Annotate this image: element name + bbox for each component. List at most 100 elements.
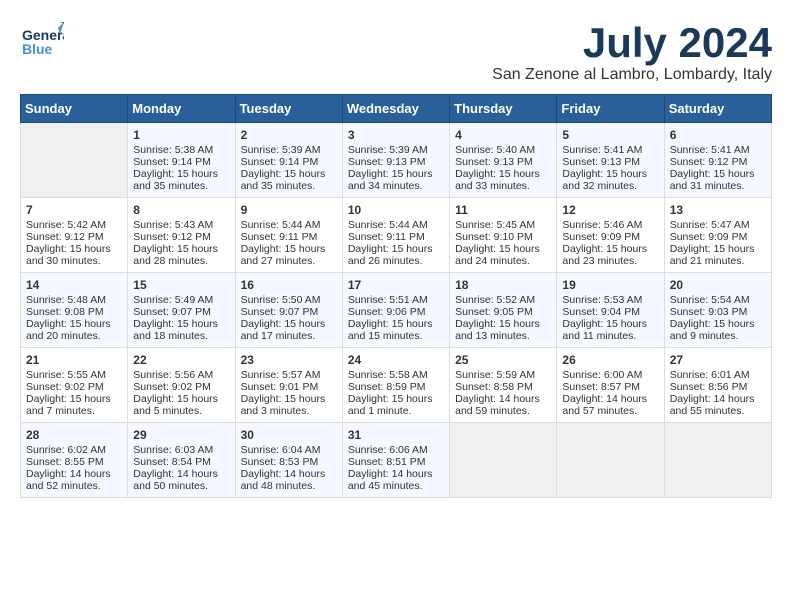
daylight-text: Daylight: 14 hours and 50 minutes. [133,468,229,492]
sunrise-text: Sunrise: 5:41 AM [562,144,658,156]
daylight-text: Daylight: 14 hours and 45 minutes. [348,468,444,492]
daylight-text: Daylight: 15 hours and 27 minutes. [241,243,337,267]
calendar-week-2: 7Sunrise: 5:42 AMSunset: 9:12 PMDaylight… [21,198,772,273]
daylight-text: Daylight: 15 hours and 5 minutes. [133,393,229,417]
day-number: 26 [562,353,658,367]
sunset-text: Sunset: 9:01 PM [241,381,337,393]
day-number: 25 [455,353,551,367]
sunset-text: Sunset: 9:13 PM [562,156,658,168]
sunrise-text: Sunrise: 5:39 AM [241,144,337,156]
sunrise-text: Sunrise: 5:45 AM [455,219,551,231]
daylight-text: Daylight: 15 hours and 32 minutes. [562,168,658,192]
sunset-text: Sunset: 8:55 PM [26,456,122,468]
sunrise-text: Sunrise: 5:40 AM [455,144,551,156]
sunset-text: Sunset: 9:03 PM [670,306,766,318]
calendar-cell: 4Sunrise: 5:40 AMSunset: 9:13 PMDaylight… [450,123,557,198]
calendar-cell [557,423,664,498]
calendar-cell: 29Sunrise: 6:03 AMSunset: 8:54 PMDayligh… [128,423,235,498]
sunrise-text: Sunrise: 5:49 AM [133,294,229,306]
sunrise-text: Sunrise: 5:46 AM [562,219,658,231]
day-number: 3 [348,128,444,142]
daylight-text: Daylight: 15 hours and 13 minutes. [455,318,551,342]
calendar-cell: 17Sunrise: 5:51 AMSunset: 9:06 PMDayligh… [342,273,449,348]
calendar-cell: 15Sunrise: 5:49 AMSunset: 9:07 PMDayligh… [128,273,235,348]
sunset-text: Sunset: 8:51 PM [348,456,444,468]
sunrise-text: Sunrise: 5:57 AM [241,369,337,381]
sunrise-text: Sunrise: 5:52 AM [455,294,551,306]
daylight-text: Daylight: 15 hours and 20 minutes. [26,318,122,342]
sunrise-text: Sunrise: 6:02 AM [26,444,122,456]
sunset-text: Sunset: 8:53 PM [241,456,337,468]
day-number: 4 [455,128,551,142]
daylight-text: Daylight: 15 hours and 23 minutes. [562,243,658,267]
calendar-cell: 9Sunrise: 5:44 AMSunset: 9:11 PMDaylight… [235,198,342,273]
day-number: 17 [348,278,444,292]
daylight-text: Daylight: 15 hours and 35 minutes. [241,168,337,192]
sunset-text: Sunset: 9:07 PM [241,306,337,318]
day-number: 5 [562,128,658,142]
calendar-cell: 21Sunrise: 5:55 AMSunset: 9:02 PMDayligh… [21,348,128,423]
day-number: 31 [348,428,444,442]
daylight-text: Daylight: 15 hours and 7 minutes. [26,393,122,417]
sunrise-text: Sunrise: 6:00 AM [562,369,658,381]
day-number: 27 [670,353,766,367]
sunset-text: Sunset: 9:12 PM [670,156,766,168]
day-number: 19 [562,278,658,292]
sunrise-text: Sunrise: 5:51 AM [348,294,444,306]
sunrise-text: Sunrise: 5:53 AM [562,294,658,306]
title-block: July 2024 San Zenone al Lambro, Lombardy… [492,20,772,84]
sunset-text: Sunset: 9:05 PM [455,306,551,318]
sunrise-text: Sunrise: 5:58 AM [348,369,444,381]
calendar-cell: 7Sunrise: 5:42 AMSunset: 9:12 PMDaylight… [21,198,128,273]
daylight-text: Daylight: 14 hours and 55 minutes. [670,393,766,417]
sunset-text: Sunset: 9:10 PM [455,231,551,243]
calendar-body: 1Sunrise: 5:38 AMSunset: 9:14 PMDaylight… [21,123,772,498]
day-number: 28 [26,428,122,442]
calendar-cell: 19Sunrise: 5:53 AMSunset: 9:04 PMDayligh… [557,273,664,348]
daylight-text: Daylight: 15 hours and 15 minutes. [348,318,444,342]
calendar-cell: 3Sunrise: 5:39 AMSunset: 9:13 PMDaylight… [342,123,449,198]
daylight-text: Daylight: 15 hours and 26 minutes. [348,243,444,267]
calendar-cell: 5 Sunrise: 5:41 AMSunset: 9:13 PMDaylight… [557,123,664,198]
sunrise-text: Sunrise: 6:01 AM [670,369,766,381]
sunset-text: Sunset: 9:13 PM [348,156,444,168]
sunset-text: Sunset: 9:12 PM [133,231,229,243]
sunrise-text: Sunrise: 5:42 AM [26,219,122,231]
daylight-text: Daylight: 15 hours and 3 minutes. [241,393,337,417]
daylight-text: Daylight: 15 hours and 18 minutes. [133,318,229,342]
calendar-week-5: 28Sunrise: 6:02 AMSunset: 8:55 PMDayligh… [21,423,772,498]
calendar-cell: 14Sunrise: 5:48 AMSunset: 9:08 PMDayligh… [21,273,128,348]
sunrise-text: Sunrise: 6:03 AM [133,444,229,456]
sunset-text: Sunset: 8:57 PM [562,381,658,393]
weekday-header-tuesday: Tuesday [235,95,342,123]
calendar-cell: 26 Sunrise: 6:00 AMSunset: 8:57 PMDayligh… [557,348,664,423]
sunrise-text: Sunrise: 6:06 AM [348,444,444,456]
weekday-header-row: SundayMondayTuesdayWednesdayThursdayFrid… [21,95,772,123]
day-number: 1 [133,128,229,142]
daylight-text: Daylight: 14 hours and 57 minutes. [562,393,658,417]
sunset-text: Sunset: 9:14 PM [241,156,337,168]
calendar-cell: 2 Sunrise: 5:39 AMSunset: 9:14 PMDaylight… [235,123,342,198]
logo-icon: General Blue [20,20,64,64]
daylight-text: Daylight: 15 hours and 33 minutes. [455,168,551,192]
sunset-text: Sunset: 8:58 PM [455,381,551,393]
sunrise-text: Sunrise: 5:48 AM [26,294,122,306]
calendar-cell [450,423,557,498]
calendar-cell: 12Sunrise: 5:46 AMSunset: 9:09 PMDayligh… [557,198,664,273]
day-number: 2 [241,128,337,142]
day-number: 16 [241,278,337,292]
daylight-text: Daylight: 15 hours and 30 minutes. [26,243,122,267]
day-number: 8 [133,203,229,217]
sunrise-text: Sunrise: 5:44 AM [348,219,444,231]
daylight-text: Daylight: 15 hours and 24 minutes. [455,243,551,267]
sunrise-text: Sunrise: 5:43 AM [133,219,229,231]
calendar-cell: 1Sunrise: 5:38 AMSunset: 9:14 PMDaylight… [128,123,235,198]
day-number: 11 [455,203,551,217]
day-number: 15 [133,278,229,292]
daylight-text: Daylight: 14 hours and 52 minutes. [26,468,122,492]
day-number: 20 [670,278,766,292]
day-number: 18 [455,278,551,292]
calendar-cell [21,123,128,198]
sunset-text: Sunset: 9:14 PM [133,156,229,168]
sunrise-text: Sunrise: 5:55 AM [26,369,122,381]
